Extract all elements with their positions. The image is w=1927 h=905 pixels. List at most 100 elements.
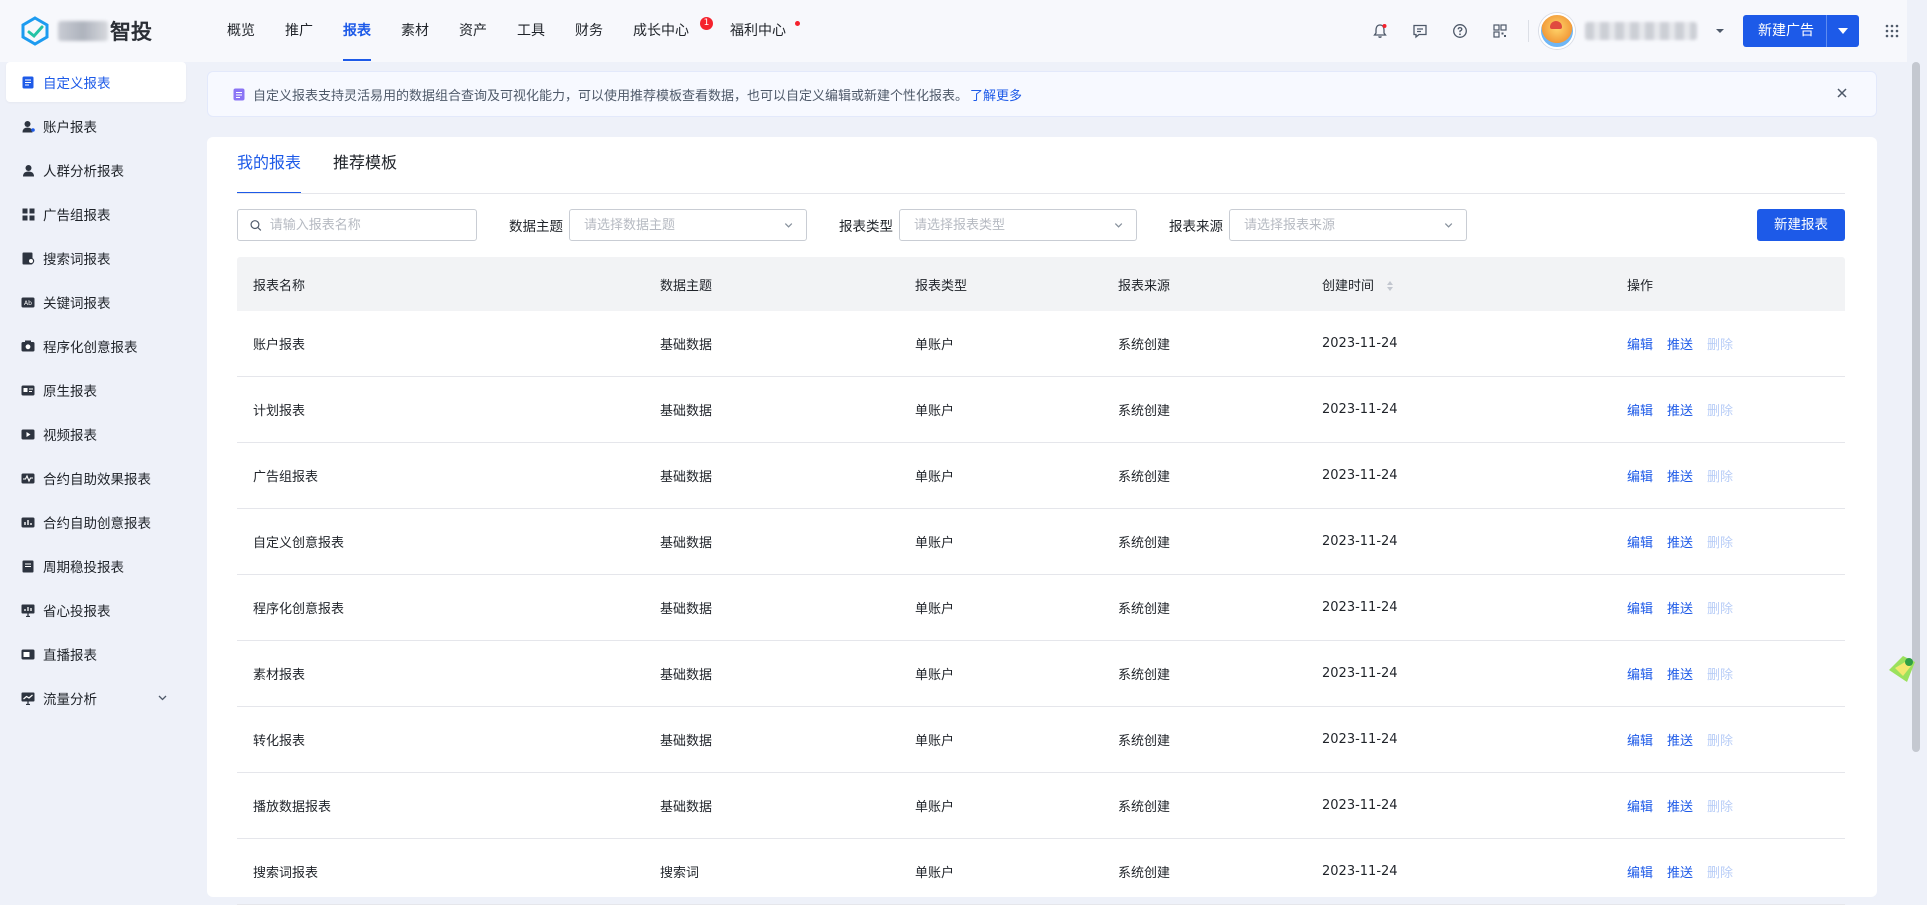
push-link[interactable]: 推送	[1667, 734, 1693, 749]
brand-name-blurred	[58, 21, 108, 41]
type-select[interactable]	[899, 209, 1137, 241]
push-link[interactable]: 推送	[1667, 602, 1693, 617]
source-select[interactable]	[1229, 209, 1467, 241]
message-icon[interactable]	[1400, 11, 1440, 51]
table-row: 计划报表 基础数据 单账户 系统创建 2023-11-24 编辑 推送 删除	[237, 377, 1845, 443]
cell-report-name: 转化报表	[253, 734, 306, 749]
sidebar-item-programmatic-creative-report[interactable]: 程序化创意报表	[6, 326, 186, 366]
help-icon[interactable]	[1440, 11, 1480, 51]
cell-report-name: 搜索词报表	[253, 866, 319, 881]
cell-report-name: 计划报表	[253, 404, 306, 419]
edit-link[interactable]: 编辑	[1627, 338, 1653, 353]
edit-link[interactable]: 编辑	[1627, 866, 1653, 881]
edit-link[interactable]: 编辑	[1627, 602, 1653, 617]
nav-reports[interactable]: 报表	[328, 0, 386, 62]
column-header-theme: 数据主题	[660, 278, 713, 294]
sidebar-item-audience-report[interactable]: 人群分析报表	[6, 150, 186, 190]
sidebar-item-label: 视频报表	[43, 428, 97, 444]
delete-link-disabled: 删除	[1707, 536, 1734, 551]
cell-created-time: 2023-11-24	[1322, 798, 1398, 813]
app-grid-icon[interactable]	[1885, 24, 1899, 38]
type-select-input[interactable]	[912, 216, 1113, 234]
sort-icon[interactable]	[1386, 280, 1394, 292]
theme-select-input[interactable]	[582, 216, 783, 234]
push-link[interactable]: 推送	[1667, 800, 1693, 815]
new-ad-dropdown-button[interactable]	[1826, 15, 1859, 47]
sidebar-item-keyword-report[interactable]: Ab 关键词报表	[6, 282, 186, 322]
source-select-input[interactable]	[1242, 216, 1443, 234]
nav-overview[interactable]: 概览	[212, 0, 270, 62]
nav-growth-center[interactable]: 成长中心 1	[618, 0, 715, 62]
cell-data-theme: 基础数据	[660, 800, 713, 815]
tab-recommended-templates[interactable]: 推荐模板	[333, 137, 397, 193]
tab-my-reports[interactable]: 我的报表	[237, 137, 302, 194]
sidebar-item-video-report[interactable]: 视频报表	[6, 414, 186, 454]
cell-report-name: 素材报表	[253, 668, 306, 683]
push-link[interactable]: 推送	[1667, 536, 1693, 551]
sidebar-item-search-term-report[interactable]: 搜索词报表	[6, 238, 186, 278]
sidebar-item-easy-delivery-report[interactable]: 省心投报表	[6, 590, 186, 630]
report-list-card: 我的报表 推荐模板 数据主题 报表类型 报表来源 新建报表 报表名称 数据主题 …	[207, 137, 1877, 905]
search-input[interactable]	[267, 216, 476, 234]
edit-link[interactable]: 编辑	[1627, 536, 1653, 551]
cell-created-time: 2023-11-24	[1322, 402, 1398, 417]
push-link[interactable]: 推送	[1667, 866, 1693, 881]
edit-link[interactable]: 编辑	[1627, 668, 1653, 683]
sidebar-item-periodic-stable-report[interactable]: 周期稳投报表	[6, 546, 186, 586]
cell-created-time: 2023-11-24	[1322, 534, 1398, 549]
column-header-created[interactable]: 创建时间	[1306, 275, 1611, 294]
sidebar-item-live-report[interactable]: 直播报表	[6, 634, 186, 674]
table-body: 账户报表 基础数据 单账户 系统创建 2023-11-24 编辑 推送 删除 计划报表 基础数据单…	[237, 311, 1845, 905]
nav-materials[interactable]: 素材	[386, 0, 444, 62]
page-scrollbar[interactable]	[1907, 0, 1927, 891]
bar-chart-icon	[21, 515, 35, 529]
push-link[interactable]: 推送	[1667, 668, 1693, 683]
edit-link[interactable]: 编辑	[1627, 470, 1653, 485]
report-tabs: 我的报表 推荐模板	[237, 137, 429, 194]
nav-promotion[interactable]: 推广	[270, 0, 328, 62]
cell-report-source: 系统创建	[1118, 536, 1171, 551]
edit-link[interactable]: 编辑	[1627, 404, 1653, 419]
edit-link[interactable]: 编辑	[1627, 734, 1653, 749]
qr-code-icon[interactable]	[1480, 11, 1520, 51]
cell-report-name: 广告组报表	[253, 470, 319, 485]
push-link[interactable]: 推送	[1667, 404, 1693, 419]
new-report-button[interactable]: 新建报表	[1757, 209, 1845, 241]
learn-more-link[interactable]: 了解更多	[970, 85, 1022, 104]
theme-select[interactable]	[569, 209, 807, 241]
sidebar-item-contract-creative-report[interactable]: 合约自助创意报表	[6, 502, 186, 542]
sidebar-item-contract-effect-report[interactable]: 合约自助效果报表	[6, 458, 186, 498]
caret-down-icon[interactable]	[1715, 26, 1725, 36]
notification-badge: 1	[700, 17, 713, 30]
nav-label: 素材	[401, 23, 429, 39]
push-link[interactable]: 推送	[1667, 470, 1693, 485]
brand-logo[interactable]: 智投	[0, 16, 188, 46]
user-name-blurred[interactable]	[1585, 22, 1697, 40]
cell-actions: 编辑 推送 删除	[1611, 400, 1845, 419]
cell-report-source: 系统创建	[1118, 404, 1171, 419]
close-icon[interactable]	[1836, 87, 1848, 99]
sidebar-item-custom-report[interactable]: 自定义报表	[6, 62, 186, 102]
nav-assets[interactable]: 资产	[444, 0, 502, 62]
table-row: 程序化创意报表 基础数据 单账户 系统创建 2023-11-24 编辑 推送 删除	[237, 575, 1845, 641]
table-row: 素材报表 基础数据 单账户 系统创建 2023-11-24 编辑 推送 删除	[237, 641, 1845, 707]
sidebar-item-adgroup-report[interactable]: 广告组报表	[6, 194, 186, 234]
filter-bar: 数据主题 报表类型 报表来源 新建报表	[237, 209, 1845, 241]
chevron-down-icon	[1114, 223, 1123, 228]
nav-finance[interactable]: 财务	[560, 0, 618, 62]
nav-tools[interactable]: 工具	[502, 0, 560, 62]
new-ad-button[interactable]: 新建广告	[1743, 15, 1826, 47]
sidebar-item-native-report[interactable]: 原生报表	[6, 370, 186, 410]
push-link[interactable]: 推送	[1667, 338, 1693, 353]
sidebar-item-traffic-analysis[interactable]: 流量分析	[6, 678, 186, 718]
brand-name: 智投	[110, 20, 152, 44]
notification-bell-icon[interactable]	[1360, 11, 1400, 51]
floating-assistant-icon[interactable]	[1885, 648, 1919, 688]
edit-link[interactable]: 编辑	[1627, 800, 1653, 815]
sidebar-item-account-report[interactable]: 账户报表	[6, 106, 186, 146]
user-avatar[interactable]	[1539, 13, 1575, 49]
cell-actions: 编辑 推送 删除	[1611, 862, 1845, 881]
table-row: 转化报表 基础数据 单账户 系统创建 2023-11-24 编辑 推送 删除	[237, 707, 1845, 773]
nav-welfare-center[interactable]: 福利中心	[715, 0, 810, 62]
sidebar-item-label: 合约自助创意报表	[43, 516, 151, 532]
